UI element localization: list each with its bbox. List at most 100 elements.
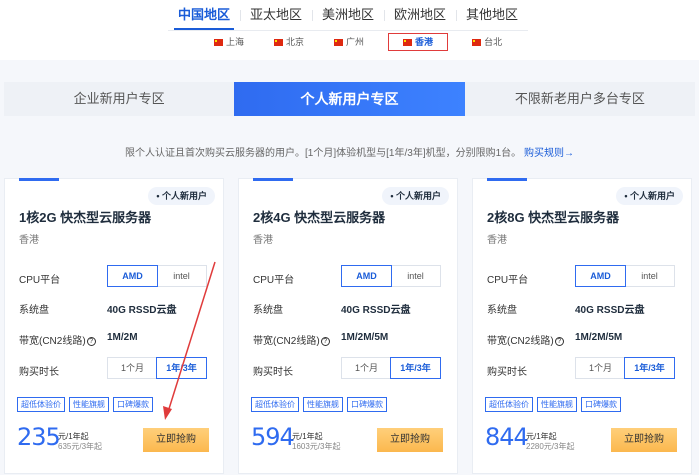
zone-tab-enterprise[interactable]: 企业新用户专区	[4, 82, 234, 116]
disk-label: 系统盘	[487, 305, 517, 316]
purchase-rules-link[interactable]: 购买规则→	[524, 148, 574, 159]
disk-value: 40G RSSD云盘	[575, 305, 645, 316]
tag-flagship: 性能旗舰	[303, 397, 343, 412]
cpu-option-intel[interactable]: intel	[391, 266, 440, 286]
duration-option-1-3year[interactable]: 1年/3年	[156, 357, 207, 379]
help-icon[interactable]: ?	[86, 336, 96, 346]
duration-label: 购买时长	[19, 367, 59, 378]
tag-flagship: 性能旗舰	[69, 397, 109, 412]
purchase-notice: 限个人认证且首次购买云服务器的用户。[1个月]体验机型与[1年/3年]机型，分别…	[0, 144, 699, 159]
city-guangzhou[interactable]: 广州	[328, 33, 370, 51]
tag-popular: 口碑爆款	[113, 397, 153, 412]
city-label: 台北	[484, 37, 503, 47]
feature-tags: 超低体验价 性能旗舰 口碑爆款	[17, 397, 153, 412]
cpu-label: CPU平台	[253, 275, 295, 286]
disk-label: 系统盘	[19, 305, 49, 316]
duration-toggle: 1个月 1年/3年	[575, 357, 675, 379]
bandwidth-value: 1M/2M	[107, 332, 138, 343]
region-tab-europe[interactable]: 欧洲地区	[384, 0, 456, 30]
china-flag-icon	[214, 38, 223, 46]
bandwidth-value: 1M/2M/5M	[341, 332, 389, 343]
card-region: 香港	[19, 235, 39, 246]
region-tabs: 中国地区 亚太地区 美洲地区 欧洲地区 其他地区	[168, 0, 528, 30]
bandwidth-value: 1M/2M/5M	[575, 332, 623, 343]
buy-now-button[interactable]: 立即抢购	[143, 428, 209, 452]
bandwidth-label-text: 带宽(CN2线路)	[487, 336, 554, 347]
cpu-option-intel[interactable]: intel	[157, 266, 206, 286]
card-title: 2核4G 快杰型云服务器	[253, 210, 386, 225]
cpu-label: CPU平台	[487, 275, 529, 286]
duration-option-1month[interactable]: 1个月	[576, 358, 625, 378]
region-bar: 中国地区 亚太地区 美洲地区 欧洲地区 其他地区 上海 北京 广州 香港 台北	[0, 0, 699, 60]
buy-now-button[interactable]: 立即抢购	[611, 428, 677, 452]
card-title: 1核2G 快杰型云服务器	[19, 210, 152, 225]
tag-popular: 口碑爆款	[581, 397, 621, 412]
card-title: 2核8G 快杰型云服务器	[487, 210, 620, 225]
cpu-option-amd[interactable]: AMD	[575, 265, 626, 287]
city-hongkong[interactable]: 香港	[388, 33, 449, 51]
region-tab-americas[interactable]: 美洲地区	[312, 0, 384, 30]
region-tab-china[interactable]: 中国地区	[168, 0, 240, 30]
zone-tab-personal[interactable]: 个人新用户专区	[234, 82, 465, 116]
card-accent-bar	[19, 178, 59, 181]
city-beijing[interactable]: 北京	[268, 33, 310, 51]
card-accent-bar	[253, 178, 293, 181]
card-accent-bar	[487, 178, 527, 181]
card-region: 香港	[487, 235, 507, 246]
new-user-badge: • 个人新用户	[616, 187, 683, 205]
duration-label: 购买时长	[487, 367, 527, 378]
new-user-badge: • 个人新用户	[148, 187, 215, 205]
price-value: 235	[17, 423, 61, 451]
price-value: 594	[251, 423, 295, 451]
bandwidth-label: 带宽(CN2线路)?	[487, 332, 564, 347]
feature-tags: 超低体验价 性能旗舰 口碑爆款	[251, 397, 387, 412]
product-card: • 个人新用户 2核8G 快杰型云服务器 香港 CPU平台 AMD intel …	[472, 178, 692, 474]
price-value: 844	[485, 423, 529, 451]
cpu-label: CPU平台	[19, 275, 61, 286]
price-original: 1603元/3年起	[292, 442, 341, 451]
city-label: 北京	[286, 37, 305, 47]
bandwidth-label: 带宽(CN2线路)?	[253, 332, 330, 347]
tag-flagship: 性能旗舰	[537, 397, 577, 412]
city-taipei[interactable]: 台北	[466, 33, 508, 51]
bandwidth-label-text: 带宽(CN2线路)	[253, 336, 320, 347]
help-icon[interactable]: ?	[320, 336, 330, 346]
product-card: • 个人新用户 2核4G 快杰型云服务器 香港 CPU平台 AMD intel …	[238, 178, 458, 474]
help-icon[interactable]: ?	[554, 336, 564, 346]
duration-option-1month[interactable]: 1个月	[108, 358, 157, 378]
taipei-flag-icon	[472, 38, 482, 46]
tag-popular: 口碑爆款	[347, 397, 387, 412]
bandwidth-label: 带宽(CN2线路)?	[19, 332, 96, 347]
badge-label: 个人新用户	[161, 191, 207, 201]
region-tab-other[interactable]: 其他地区	[456, 0, 528, 30]
duration-option-1month[interactable]: 1个月	[342, 358, 391, 378]
china-flag-icon	[334, 38, 344, 46]
cpu-toggle: AMD intel	[575, 265, 675, 287]
buy-now-button[interactable]: 立即抢购	[377, 428, 443, 452]
hongkong-flag-icon	[403, 38, 413, 46]
region-tab-asia-pacific[interactable]: 亚太地区	[240, 0, 312, 30]
cpu-option-amd[interactable]: AMD	[341, 265, 392, 287]
duration-toggle: 1个月 1年/3年	[107, 357, 207, 379]
price-original: 2280元/3年起	[526, 442, 575, 451]
zone-tab-multi[interactable]: 不限新老用户多台专区	[465, 82, 695, 116]
zone-tabs: 企业新用户专区 个人新用户专区 不限新老用户多台专区	[4, 82, 695, 116]
duration-option-1-3year[interactable]: 1年/3年	[624, 357, 675, 379]
city-shanghai[interactable]: 上海	[208, 33, 250, 51]
card-region: 香港	[253, 235, 273, 246]
cpu-option-intel[interactable]: intel	[625, 266, 674, 286]
duration-option-1-3year[interactable]: 1年/3年	[390, 357, 441, 379]
badge-label: 个人新用户	[395, 191, 441, 201]
cpu-option-amd[interactable]: AMD	[107, 265, 158, 287]
disk-label: 系统盘	[253, 305, 283, 316]
duration-toggle: 1个月 1年/3年	[341, 357, 441, 379]
feature-tags: 超低体验价 性能旗舰 口碑爆款	[485, 397, 621, 412]
china-flag-icon	[274, 38, 284, 46]
city-label: 上海	[226, 37, 245, 47]
tag-low-price: 超低体验价	[251, 397, 299, 412]
disk-value: 40G RSSD云盘	[107, 305, 177, 316]
tag-low-price: 超低体验价	[485, 397, 533, 412]
city-label: 广州	[346, 37, 365, 47]
cpu-toggle: AMD intel	[341, 265, 441, 287]
notice-text: 限个人认证且首次购买云服务器的用户。[1个月]体验机型与[1年/3年]机型，分别…	[125, 148, 522, 159]
